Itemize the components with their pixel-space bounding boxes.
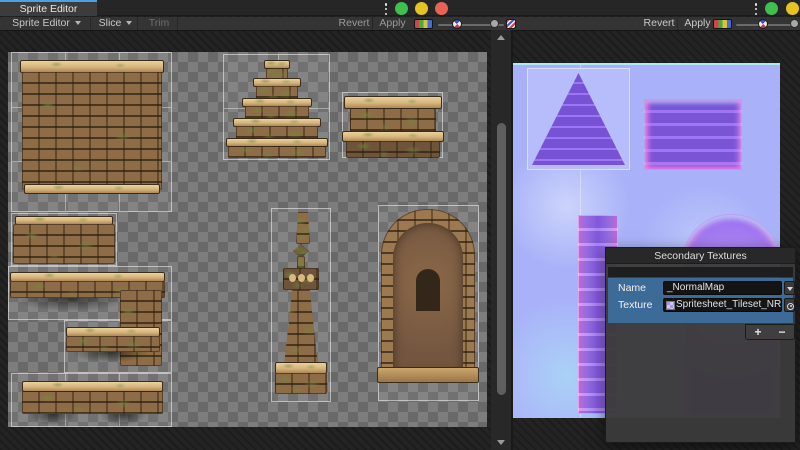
sprite-editor-window: Sprite Editor Sprite Editor Slice Trim R…	[0, 0, 800, 450]
list-footer-buttons: + −	[745, 324, 795, 340]
secondary-textures-panel: Secondary Textures Name _NormalMap Textu…	[605, 247, 796, 443]
overlay-yellow-circle-icon[interactable]	[786, 2, 799, 15]
normalmap-wall-relief[interactable]	[644, 99, 742, 170]
apply-button-right[interactable]: Apply	[679, 17, 716, 30]
sprite-sheet-canvas[interactable]	[8, 52, 487, 427]
name-label: Name	[618, 282, 646, 294]
skull-carving-icon	[298, 274, 305, 282]
scroll-down-arrow-icon[interactable]	[497, 440, 505, 445]
panel-title: Secondary Textures	[606, 248, 795, 264]
overlay-green-circle-icon[interactable]	[765, 2, 778, 15]
object-picker-icon[interactable]	[784, 298, 795, 312]
overlay-menu-dots-icon[interactable]	[754, 3, 758, 15]
rgb-alpha-toggle-icon[interactable]	[414, 19, 433, 29]
overlay-red-circle-icon[interactable]	[435, 2, 448, 15]
revert-button-left[interactable]: Revert	[336, 17, 373, 30]
overlay-menu-dots-icon[interactable]	[384, 3, 388, 15]
zoom-slider-handle[interactable]	[490, 19, 499, 28]
sprite-editor-menu-button[interactable]: Sprite Editor	[3, 17, 91, 30]
revert-button-right[interactable]: Revert	[641, 17, 678, 30]
skull-carving-icon	[289, 274, 296, 282]
zoom-slider-handle[interactable]	[790, 19, 799, 28]
chevron-down-icon	[126, 21, 132, 25]
scroll-up-arrow-icon[interactable]	[497, 35, 505, 40]
tab-sprite-editor[interactable]: Sprite Editor	[0, 0, 97, 16]
toolbar: Sprite Editor Slice Trim Revert Apply Re…	[0, 17, 800, 31]
texture-object-field[interactable]: Spritesheet_Tileset_NRM	[663, 298, 782, 312]
texture-list-header	[608, 267, 793, 277]
normalmap-pyramid-relief[interactable]	[527, 68, 630, 170]
tab-label: Sprite Editor	[20, 3, 78, 15]
add-texture-button[interactable]: +	[746, 325, 770, 339]
mip-ball-icon	[452, 19, 462, 29]
name-dropdown[interactable]: _NormalMap	[663, 281, 782, 295]
apply-button-left[interactable]: Apply	[374, 17, 411, 30]
overlay-green-circle-icon[interactable]	[395, 2, 408, 15]
texture-thumbnail-icon	[666, 301, 675, 310]
vertical-scrollbar[interactable]	[491, 30, 511, 450]
skull-carving-icon	[307, 274, 314, 282]
name-dropdown-arrow-button[interactable]	[784, 281, 795, 295]
overlay-yellow-circle-icon[interactable]	[415, 2, 428, 15]
mip-stripes-icon	[506, 19, 516, 29]
rgb-alpha-toggle-icon[interactable]	[713, 19, 732, 29]
mip-ball-icon	[758, 19, 768, 29]
scrollbar-thumb[interactable]	[497, 123, 506, 395]
texture-label: Texture	[618, 299, 652, 311]
trim-button[interactable]: Trim	[141, 17, 178, 30]
chevron-down-icon	[75, 21, 81, 25]
remove-texture-button[interactable]: −	[770, 325, 794, 339]
slice-menu-button[interactable]: Slice	[94, 17, 138, 30]
arch-niche	[416, 269, 440, 311]
